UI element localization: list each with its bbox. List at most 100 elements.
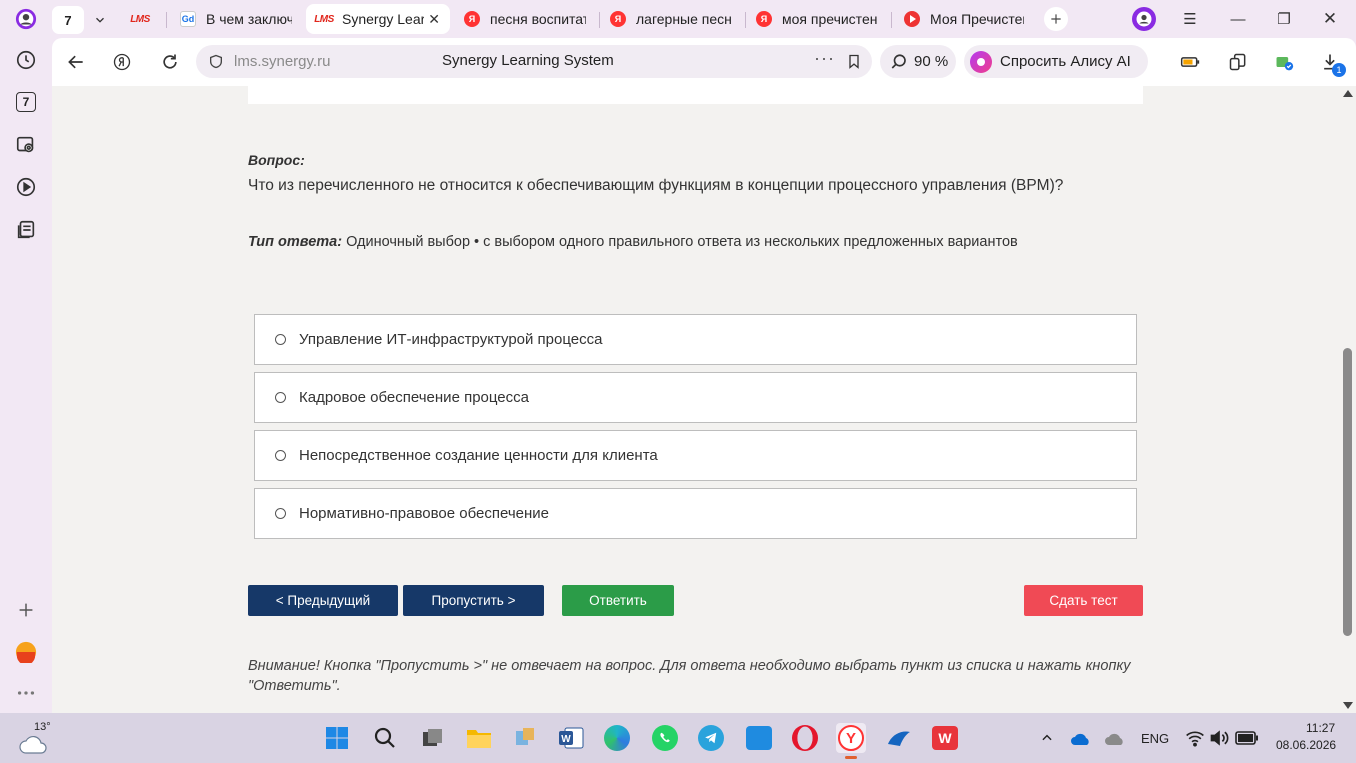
minimize-button[interactable]: — xyxy=(1224,6,1252,32)
tab-yandex-search-1[interactable]: Я песня воспитат xyxy=(454,4,596,34)
search-button[interactable] xyxy=(370,723,400,753)
tabs-counter-button[interactable]: 7 xyxy=(12,88,40,116)
reader-icon[interactable] xyxy=(1224,48,1252,76)
task-view-button[interactable] xyxy=(418,723,448,753)
back-button[interactable] xyxy=(62,48,90,76)
tray-expand-button[interactable] xyxy=(1032,723,1062,753)
video-favicon-icon xyxy=(904,11,920,27)
radio-button[interactable] xyxy=(275,392,286,403)
page-scrollbar[interactable] xyxy=(1340,86,1356,713)
header-card xyxy=(248,86,1143,104)
windows-taskbar: 13° W Y W ENG 11:27 08.06.2026 xyxy=(0,713,1356,763)
tab-lms-pinned[interactable]: LMS xyxy=(122,4,166,34)
chevron-down-icon[interactable] xyxy=(90,10,110,30)
more-icon[interactable] xyxy=(12,679,40,707)
plus-icon xyxy=(1051,14,1061,24)
opera-button[interactable] xyxy=(790,723,820,753)
radio-button[interactable] xyxy=(275,334,286,345)
word-icon: W xyxy=(559,727,584,749)
add-panel-icon[interactable] xyxy=(12,596,40,624)
close-tab-icon[interactable]: ✕ xyxy=(428,11,440,28)
url-text[interactable]: lms.synergy.ru xyxy=(234,53,330,70)
scroll-thumb[interactable] xyxy=(1343,348,1352,636)
scroll-down-icon[interactable] xyxy=(1343,702,1353,709)
tab-yandex-search-2[interactable]: Я лагерные песн xyxy=(600,4,742,34)
edge-icon xyxy=(604,725,630,751)
extension-icon[interactable] xyxy=(1270,48,1298,76)
onedrive-button[interactable] xyxy=(1066,723,1096,753)
submit-test-button[interactable]: Сдать тест xyxy=(1024,585,1143,616)
radio-button[interactable] xyxy=(275,508,286,519)
search-icon xyxy=(374,727,395,748)
wps-button[interactable]: W xyxy=(930,723,960,753)
question-text: Что из перечисленного не относится к обе… xyxy=(248,177,1064,194)
tab-google-doc[interactable]: Gd В чем заключа xyxy=(170,4,302,34)
app-button-2[interactable] xyxy=(884,723,914,753)
wps-icon: W xyxy=(932,726,958,750)
reload-button[interactable] xyxy=(156,48,184,76)
play-icon[interactable] xyxy=(12,173,40,201)
answer-option[interactable]: Управление ИТ-инфраструктурой процесса xyxy=(254,314,1137,365)
navigation-bar: lms.synergy.ru Synergy Learning System ·… xyxy=(52,38,1356,86)
lms-favicon-icon: LMS xyxy=(314,13,334,25)
radio-button[interactable] xyxy=(275,450,286,461)
volume-button[interactable] xyxy=(1204,723,1234,753)
answer-option[interactable]: Нормативно-правовое обеспечение xyxy=(254,488,1137,539)
cloud-tray-button[interactable] xyxy=(1100,723,1130,753)
mail-app-icon[interactable] xyxy=(12,638,40,666)
tab-count-button[interactable]: 7 xyxy=(52,6,84,34)
telegram-icon xyxy=(698,725,724,751)
language-indicator[interactable]: ENG xyxy=(1141,731,1169,746)
new-tab-button[interactable] xyxy=(1044,7,1068,31)
edge-button[interactable] xyxy=(602,723,632,753)
more-dots-icon[interactable]: ··· xyxy=(814,48,835,69)
tab-yandex-search-3[interactable]: Я моя пречистен xyxy=(746,4,888,34)
battery-button[interactable] xyxy=(1232,723,1262,753)
clock-time[interactable]: 11:27 xyxy=(1306,721,1335,735)
yandex-browser-button[interactable]: Y xyxy=(836,723,866,759)
previous-button[interactable]: < Предыдущий xyxy=(248,585,398,616)
answer-option[interactable]: Кадровое обеспечение процесса xyxy=(254,372,1137,423)
zoom-icon xyxy=(891,53,906,69)
word-button[interactable]: W xyxy=(556,723,586,753)
cloud-app-icon xyxy=(888,731,910,746)
reload-icon xyxy=(163,54,177,69)
app-button[interactable] xyxy=(510,723,540,753)
close-window-button[interactable]: ✕ xyxy=(1316,6,1344,32)
scroll-up-icon[interactable] xyxy=(1343,90,1353,97)
start-button[interactable] xyxy=(322,723,352,753)
bookmark-icon[interactable] xyxy=(846,52,862,71)
downloads-button[interactable]: 1 xyxy=(1316,48,1346,77)
yandex-favicon-icon: Я xyxy=(610,11,626,27)
file-explorer-button[interactable] xyxy=(464,723,494,753)
menu-icon[interactable]: ☰ xyxy=(1176,6,1204,32)
store-button[interactable] xyxy=(744,723,774,753)
question-label: Вопрос: xyxy=(248,152,305,168)
account-avatar-icon[interactable] xyxy=(1132,7,1156,31)
alice-ai-button[interactable]: Спросить Алису AI xyxy=(964,45,1148,78)
restore-button[interactable]: ❐ xyxy=(1270,6,1298,32)
battery-saver-icon[interactable] xyxy=(1176,48,1204,76)
battery-icon xyxy=(1235,731,1258,745)
history-icon[interactable] xyxy=(12,46,40,74)
tab-video[interactable]: Моя Пречистен xyxy=(894,4,1034,34)
skip-button[interactable]: Пропустить > xyxy=(403,585,544,616)
answer-option[interactable]: Непосредственное создание ценности для к… xyxy=(254,430,1137,481)
whatsapp-button[interactable] xyxy=(650,723,680,753)
volume-icon xyxy=(1210,730,1229,746)
zoom-indicator[interactable]: 90 % xyxy=(880,45,956,78)
telegram-button[interactable] xyxy=(696,723,726,753)
address-bar[interactable]: lms.synergy.ru Synergy Learning System ·… xyxy=(196,45,872,78)
sidebar-badge: 7 xyxy=(16,92,36,112)
screenshot-icon[interactable] xyxy=(12,131,40,159)
answer-button[interactable]: Ответить xyxy=(562,585,674,616)
yandex-home-button[interactable] xyxy=(108,48,136,76)
shield-icon[interactable] xyxy=(208,53,224,70)
alice-label: Спросить Алису AI xyxy=(1000,53,1131,70)
answer-option-label: Кадровое обеспечение процесса xyxy=(299,389,529,406)
tab-synergy-active[interactable]: LMS Synergy Learn ✕ xyxy=(306,4,450,34)
collections-icon[interactable] xyxy=(12,216,40,244)
profile-avatar-icon[interactable] xyxy=(12,5,40,33)
clock-date[interactable]: 08.06.2026 xyxy=(1276,738,1336,752)
weather-widget[interactable]: 13° xyxy=(16,721,52,755)
